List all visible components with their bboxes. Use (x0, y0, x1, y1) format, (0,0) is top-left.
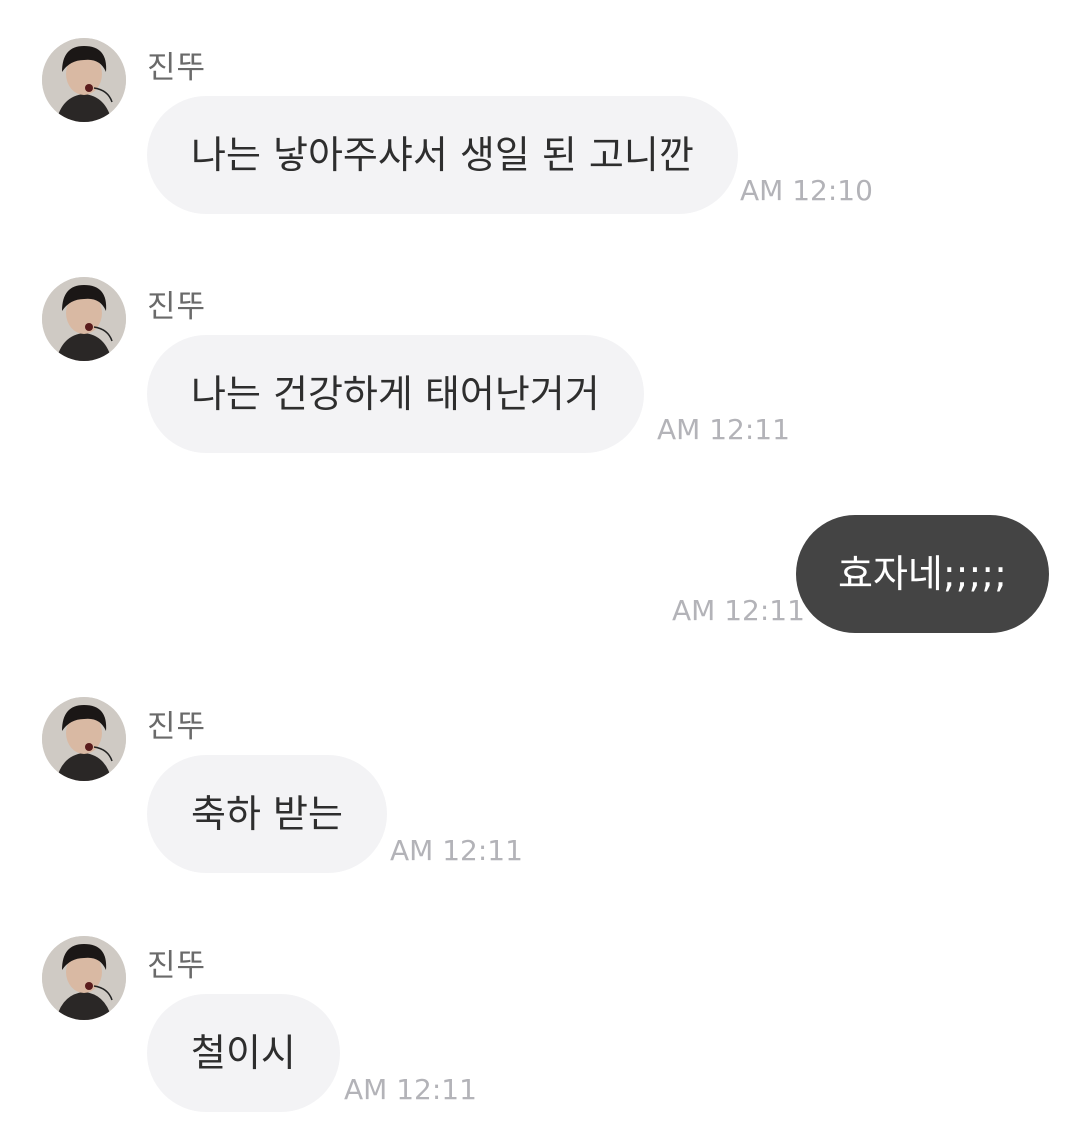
timestamp: AM 12:11 (672, 594, 805, 627)
sender-name: 진뚜 (147, 709, 207, 745)
timestamp: AM 12:11 (344, 1073, 477, 1106)
timestamp: AM 12:11 (390, 834, 523, 867)
avatar[interactable] (42, 697, 126, 781)
sender-name: 진뚜 (147, 948, 207, 984)
sender-name: 진뚜 (147, 289, 207, 325)
message-bubble[interactable]: 철이시 (147, 994, 340, 1112)
sender-name: 진뚜 (147, 50, 207, 86)
timestamp: AM 12:10 (740, 174, 873, 207)
incoming-message: 진뚜 나는 낳아주샤서 생일 된 고니깐 AM 12:10 (0, 38, 1080, 218)
incoming-message: 진뚜 철이시 AM 12:11 (0, 936, 1080, 1116)
avatar[interactable] (42, 38, 126, 122)
message-bubble[interactable]: 나는 건강하게 태어난거거 (147, 335, 644, 453)
incoming-message: 진뚜 나는 건강하게 태어난거거 AM 12:11 (0, 277, 1080, 457)
incoming-message: 진뚜 축하 받는 AM 12:11 (0, 697, 1080, 877)
message-bubble[interactable]: 효자네;;;;; (796, 515, 1049, 633)
message-bubble[interactable]: 축하 받는 (147, 755, 387, 873)
avatar[interactable] (42, 277, 126, 361)
avatar[interactable] (42, 936, 126, 1020)
message-bubble[interactable]: 나는 낳아주샤서 생일 된 고니깐 (147, 96, 738, 214)
timestamp: AM 12:11 (657, 413, 790, 446)
